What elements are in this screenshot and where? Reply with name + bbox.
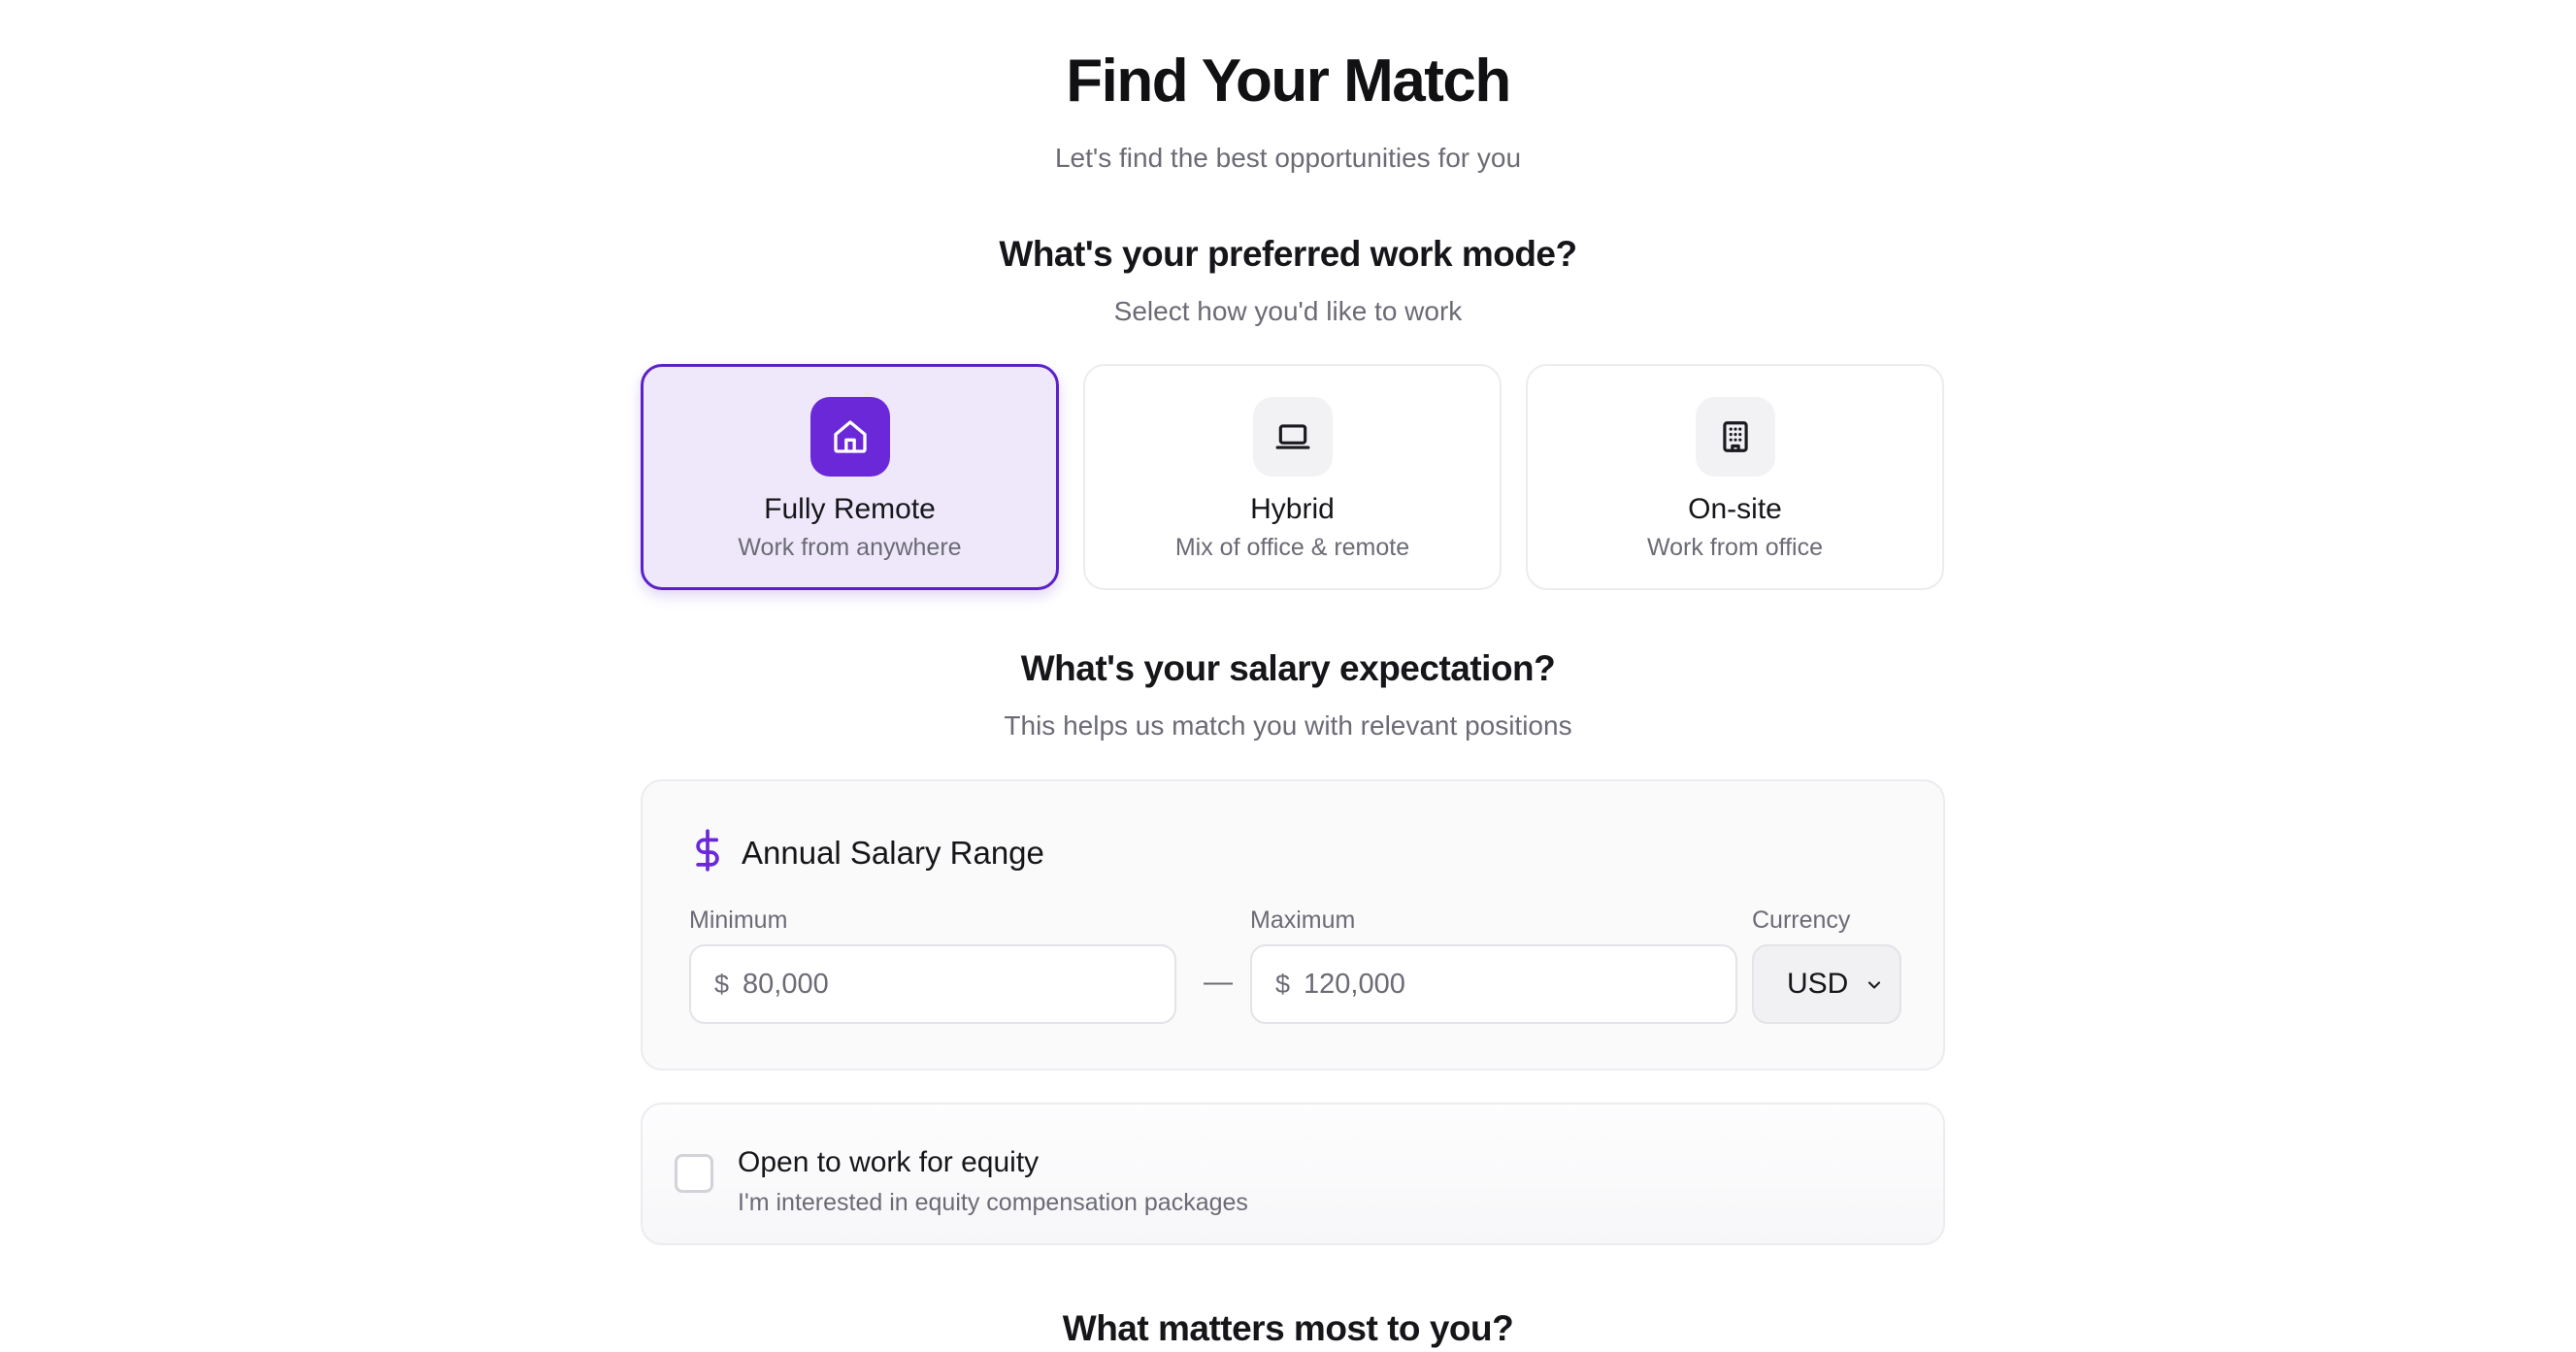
minimum-salary-input[interactable]: $ 80,000 [689,944,1176,1024]
equity-checkbox[interactable] [675,1154,713,1193]
work-mode-title: On-site [1688,493,1782,525]
salary-panel-title: Annual Salary Range [742,834,1044,871]
salary-question: What's your salary expectation? [1020,648,1556,688]
work-mode-option-hybrid[interactable]: Hybrid Mix of office & remote [1083,364,1502,590]
priorities-question: What matters most to you? [1062,1308,1514,1348]
equity-title: Open to work for equity [738,1146,1040,1178]
currency-select[interactable]: USD [1752,944,1901,1024]
work-mode-description: Mix of office & remote [1174,534,1410,561]
equity-description: I'm interested in equity compensation pa… [738,1189,1248,1216]
dollar-icon [691,828,724,877]
find-match-page: Find Your Match Let's find the best oppo… [0,0,2576,1348]
equity-option[interactable]: Open to work for equity I'm interested i… [641,1103,1945,1245]
maximum-currency-prefix: $ [1275,969,1291,999]
salary-range-panel: Annual Salary Range Minimum $ 80,000 — M… [641,779,1945,1071]
salary-panel-header: Annual Salary Range [691,828,1044,877]
currency-value: USD [1787,968,1849,1000]
minimum-currency-prefix: $ [714,969,730,999]
work-mode-hint: Select how you'd like to work [1113,296,1463,326]
salary-hint: This helps us match you with relevant po… [1004,710,1572,741]
page-subtitle: Let's find the best opportunities for yo… [1054,143,1522,173]
range-separator: — [1204,966,1233,998]
minimum-label: Minimum [689,907,788,934]
work-mode-description: Work from anywhere [738,534,962,561]
currency-label: Currency [1752,907,1851,934]
chevron-down-icon [1865,975,1884,1000]
maximum-salary-input[interactable]: $ 120,000 [1250,944,1737,1024]
page-title: Find Your Match [1066,48,1511,115]
minimum-salary-value: 80,000 [743,968,829,1000]
work-mode-option-fully-remote[interactable]: Fully Remote Work from anywhere [641,364,1059,590]
work-mode-description: Work from office [1646,534,1824,561]
work-mode-title: Hybrid [1250,493,1335,525]
maximum-label: Maximum [1250,907,1356,934]
home-icon [809,397,890,477]
maximum-salary-value: 120,000 [1304,968,1405,1000]
laptop-icon [1252,397,1333,477]
work-mode-question: What's your preferred work mode? [999,234,1577,274]
work-mode-title: Fully Remote [764,493,936,525]
work-mode-option-on-site[interactable]: On-site Work from office [1526,364,1944,590]
building-icon [1695,397,1775,477]
